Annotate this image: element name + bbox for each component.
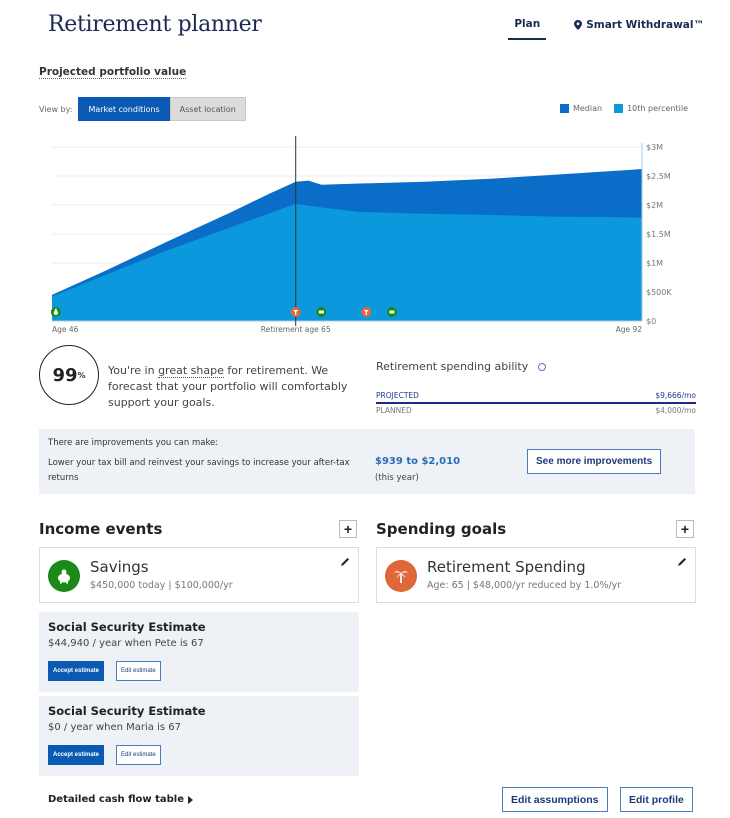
view-market-conditions-button[interactable]: Market conditions [78,97,170,121]
edit-estimate-button-pete[interactable]: Edit estimate [116,661,161,681]
chart-legend: Median 10th percentile [559,104,688,113]
legend-item-10th-percentile: 10th percentile [614,104,688,113]
savings-card[interactable]: Savings $450,000 today | $100,000/yr [39,547,359,603]
tab-smart-withdrawal-label: Smart Withdrawal™ [586,19,704,31]
legend-label-10th-percentile: 10th percentile [627,104,688,113]
edit-profile-button[interactable]: Edit profile [620,787,693,812]
projected-portfolio-heading[interactable]: Projected portfolio value [39,66,187,79]
legend-swatch-median [559,104,569,113]
caret-right-icon [188,795,194,804]
cash-icon-glyph [318,310,324,314]
spending-ability-title: Retirement spending ability [376,360,547,373]
piggy-bank-icon-glyph [53,310,59,315]
edit-assumptions-button[interactable]: Edit assumptions [502,787,608,812]
piggy-bank-icon-glyph [54,308,57,311]
spending-row-planned: PLANNED $4,000/mo [376,404,696,417]
retirement-spending-title: Retirement Spending [427,558,586,576]
edit-spending-pencil-icon[interactable] [677,557,687,567]
y-tick-label: $0 [646,317,656,326]
tab-smart-withdrawal[interactable]: Smart Withdrawal™ [568,19,710,39]
legend-item-median: Median [559,104,603,113]
improvements-title: There are improvements you can make: [48,438,219,448]
spending-ability-label: Retirement spending ability [376,360,529,373]
great-shape-link[interactable]: great shape [158,364,224,378]
view-asset-location-button[interactable]: Asset location [169,97,246,121]
ss-title-pete: Social Security Estimate [48,620,206,634]
palm-tree-icon [385,560,417,592]
y-tick-label: $2M [646,201,663,210]
detailed-cash-flow-link[interactable]: Detailed cash flow table [48,794,194,805]
success-score-value: 99 [52,364,78,386]
ss-subtitle-pete: $44,940 / year when Pete is 67 [48,638,204,649]
retirement-spending-card[interactable]: Retirement Spending Age: 65 | $48,000/yr… [376,547,696,603]
y-tick-label: $1.5M [646,230,671,239]
planned-label: PLANNED [376,406,412,415]
legend-swatch-10th-percentile [614,104,624,113]
piggy-bank-icon [48,560,80,592]
accept-estimate-button-pete[interactable]: Accept estimate [48,661,105,681]
edit-estimate-button-maria[interactable]: Edit estimate [116,745,161,765]
y-tick-label: $1M [646,259,663,268]
spending-row-projected: PROJECTED $9,666/mo [376,389,696,404]
savings-subtitle: $450,000 today | $100,000/yr [90,580,233,591]
income-events-heading: Income events [39,520,163,538]
accept-estimate-button-maria[interactable]: Accept estimate [48,745,105,765]
y-tick-label: $500K [646,288,672,297]
x-tick-label: Age 46 [52,325,79,334]
improvements-range: $939 to $2,010 [375,456,461,467]
improvements-period: (this year) [375,473,419,483]
score-text-before: You're in [108,364,159,377]
view-by-label: View by: [39,104,73,114]
map-pin-icon [574,20,583,30]
x-tick-label: Retirement age 65 [261,325,331,334]
projected-label: PROJECTED [376,391,419,400]
score-description: You're in great shape for retirement. We… [108,363,363,411]
add-spending-goal-button[interactable]: + [676,520,694,538]
improvements-panel: There are improvements you can make: Low… [39,429,695,494]
social-security-card-maria: Social Security Estimate $0 / year when … [39,696,359,776]
see-more-improvements-button[interactable]: See more improvements [527,449,662,474]
view-by-toggle: View by: Market conditions Asset locatio… [39,97,246,121]
tab-plan-label: Plan [514,18,541,30]
x-tick-label: Age 92 [616,325,643,334]
edit-savings-pencil-icon[interactable] [340,557,350,567]
portfolio-chart[interactable]: $0 $500K $1M $1.5M $2M $2.5M $3M Age 46 Retireme… [0,130,730,340]
spending-ability-rows: PROJECTED $9,666/mo PLANNED $4,000/mo [376,389,696,417]
add-income-event-button[interactable]: + [339,520,357,538]
ss-subtitle-maria: $0 / year when Maria is 67 [48,722,181,733]
cash-flow-link-label: Detailed cash flow table [48,794,185,805]
y-tick-label: $2.5M [646,172,671,181]
success-score-unit: % [77,370,86,380]
tab-plan[interactable]: Plan [508,18,547,40]
retirement-spending-subtitle: Age: 65 | $48,000/yr reduced by 1.0%/yr [427,580,622,591]
planned-value: $4,000/mo [655,406,696,415]
nav-tabs: Plan Smart Withdrawal™ [508,18,710,40]
page-title: Retirement planner [48,12,262,37]
savings-title: Savings [90,558,149,576]
area-10th-percentile [52,203,642,321]
social-security-card-pete: Social Security Estimate $44,940 / year … [39,612,359,692]
projected-value: $9,666/mo [655,391,696,400]
legend-label-median: Median [572,104,603,113]
improvements-description: Lower your tax bill and reinvest your sa… [48,458,350,483]
y-tick-label: $3M [646,143,663,152]
ss-title-maria: Social Security Estimate [48,704,206,718]
cash-icon-glyph [389,310,395,314]
spending-goals-heading: Spending goals [376,520,507,538]
success-score-circle: 99% [39,345,99,405]
info-icon[interactable] [538,362,547,371]
